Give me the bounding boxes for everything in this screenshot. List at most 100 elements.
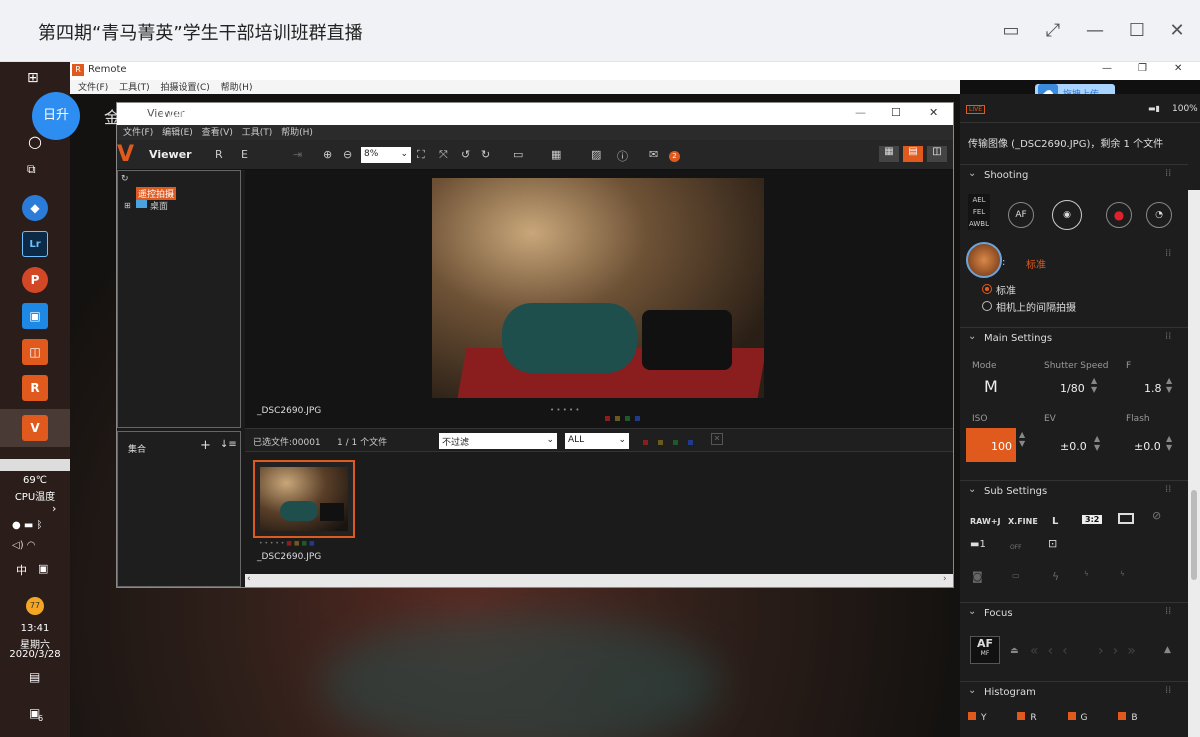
focus-icon[interactable]: ⏏ xyxy=(1010,646,1019,656)
ev-stepper-icon[interactable]: ▲ ▼ xyxy=(1094,434,1100,452)
viewer-maximize-icon[interactable]: ☐ xyxy=(891,106,901,119)
color-label-dots[interactable] xyxy=(605,406,645,425)
fel-button[interactable]: FEL xyxy=(968,206,990,218)
remote-close-icon[interactable]: ✕ xyxy=(1174,63,1182,74)
filmstrip-view-icon[interactable]: ▤ xyxy=(903,146,923,162)
rotate-left-icon[interactable]: ↺ xyxy=(461,148,470,161)
radio-standard[interactable] xyxy=(982,284,992,294)
clear-filter-icon[interactable]: ✕ xyxy=(711,433,723,445)
mail-icon[interactable]: ✉ xyxy=(649,148,658,161)
shutter-stepper-icon[interactable]: ▲ ▼ xyxy=(1091,376,1097,394)
main-settings-header[interactable]: ⌄ Main Settings ⁞⁞ xyxy=(960,327,1188,349)
aspect-ratio[interactable]: 3:2 xyxy=(1082,515,1103,524)
drag-handle-icon[interactable]: ⁞⁞ xyxy=(1165,248,1171,259)
thumb-rating-dots[interactable]: • • • • • ■ ■ ■ ■ xyxy=(259,540,315,547)
iso-value[interactable]: 100 xyxy=(966,428,1016,462)
drive-mode-icon[interactable]: ▬1 xyxy=(970,539,986,550)
shutter-value[interactable]: 1/80 xyxy=(1060,382,1085,395)
viewer-menu-help[interactable]: 帮助(H) xyxy=(281,128,313,138)
wb-off-icon[interactable]: ⊘ xyxy=(1152,509,1161,522)
viewer-menu-view[interactable]: 查看(V) xyxy=(202,128,233,138)
viewer-close-icon[interactable]: ✕ xyxy=(929,106,938,119)
viewer-menu-tools[interactable]: 工具(T) xyxy=(242,128,273,138)
input-icon[interactable]: ▣ xyxy=(38,562,48,575)
remote-maximize-icon[interactable]: ❐ xyxy=(1138,63,1147,74)
image-quality[interactable]: X.FINE xyxy=(1008,517,1038,526)
viewer-menu-edit[interactable]: 编辑(E) xyxy=(162,128,193,138)
app-icon-browser[interactable]: ◆ xyxy=(22,195,48,221)
expand-icon[interactable]: ⤢ xyxy=(1040,18,1066,44)
tree-item-desktop[interactable]: 桌面 xyxy=(150,199,168,212)
task-view-icon[interactable]: ⧉ xyxy=(27,162,36,177)
sub-icon-5[interactable]: ϟ xyxy=(1120,570,1125,578)
clock-time[interactable]: 13:41 xyxy=(0,623,70,634)
af-mf-button[interactable]: AF MF xyxy=(970,636,1000,664)
actual-size-icon[interactable]: ⤧ xyxy=(439,148,448,162)
rating-dots[interactable]: • • • • • xyxy=(550,406,580,414)
lightroom-icon[interactable]: Lr xyxy=(22,231,48,257)
scroll-left-icon[interactable]: ‹ xyxy=(247,574,251,584)
remote-menu-tools[interactable]: 工具(T) xyxy=(119,83,150,93)
presenter-camera-avatar[interactable] xyxy=(966,242,1002,278)
checkbox-r[interactable]: R xyxy=(1017,712,1037,723)
edit-link-icon[interactable]: E xyxy=(241,148,248,161)
preview-image[interactable] xyxy=(432,178,764,398)
powerpoint-icon[interactable]: P xyxy=(22,267,48,293)
viewer-minimize-icon[interactable]: — xyxy=(855,106,866,119)
sub-icon-1[interactable]: ◙ xyxy=(972,570,983,583)
sub-icon-2[interactable]: ▭ xyxy=(1012,571,1020,580)
search-icon[interactable]: ○ xyxy=(28,132,42,151)
style-value[interactable]: 标准 xyxy=(1026,256,1046,271)
minimize-icon[interactable]: — xyxy=(1082,18,1108,44)
record-button[interactable]: ● xyxy=(1106,202,1132,228)
metering-icon[interactable]: ⊡ xyxy=(1048,537,1057,550)
mode-value[interactable]: M xyxy=(984,377,998,396)
zoom-out-icon[interactable]: ⊖ xyxy=(343,148,352,161)
volume-wifi-icon[interactable]: ◁) ◠ xyxy=(12,540,36,551)
thumbnail[interactable] xyxy=(253,460,355,538)
info-icon[interactable]: ⓘ xyxy=(617,148,628,164)
file-format[interactable]: RAW+J xyxy=(970,517,1001,526)
checkbox-b[interactable]: B xyxy=(1118,712,1138,723)
compare-icon[interactable]: ▭ xyxy=(513,148,523,161)
checkbox-y[interactable]: Y xyxy=(968,712,987,723)
f-stepper-icon[interactable]: ▲ ▼ xyxy=(1166,376,1172,394)
drag-handle-icon[interactable]: ⁞⁞ xyxy=(1165,606,1171,617)
filter-select-2[interactable]: ALL ⌄ xyxy=(565,433,629,449)
single-view-icon[interactable]: ◫ xyxy=(927,146,947,162)
drag-handle-icon[interactable]: ⁞⁞ xyxy=(1165,484,1171,495)
notification-badge[interactable]: 77 xyxy=(26,597,44,615)
filter-color-swatches[interactable] xyxy=(643,438,698,448)
grid-options-icon[interactable]: ▦ xyxy=(551,148,561,161)
chevron-right-icon[interactable]: › xyxy=(52,502,56,515)
remote-menu-file[interactable]: 文件(F) xyxy=(78,83,108,93)
windows-start-icon[interactable]: ⊞ xyxy=(27,70,39,86)
sort-icon[interactable]: ↓≡ xyxy=(220,439,237,450)
awbl-button[interactable]: AWBL xyxy=(968,218,990,230)
focus-header[interactable]: ⌄ Focus ⁞⁞ xyxy=(960,602,1188,624)
close-icon[interactable]: ✕ xyxy=(1164,18,1190,44)
horizontal-scrollbar[interactable]: ‹ › xyxy=(245,574,953,587)
flash-stepper-icon[interactable]: ▲ ▼ xyxy=(1166,434,1172,452)
focus-near-icons[interactable]: «‹‹ xyxy=(1030,643,1077,659)
notes-icon[interactable]: ▤ xyxy=(29,670,40,684)
ev-value[interactable]: ±0.0 xyxy=(1060,440,1087,453)
checkbox-g[interactable]: G xyxy=(1067,712,1088,723)
remote-minimize-icon[interactable]: — xyxy=(1102,63,1112,74)
viewer-app-icon[interactable]: V xyxy=(22,415,48,441)
fit-icon[interactable]: ⛶ xyxy=(417,148,425,162)
panel-scrollbar[interactable] xyxy=(1188,190,1200,737)
remote-app-icon[interactable]: R xyxy=(22,375,48,401)
grid-view-icon[interactable]: ▦ xyxy=(879,146,899,162)
ael-button[interactable]: AEL xyxy=(968,194,990,206)
sub-settings-header[interactable]: ⌄ Sub Settings ⁞⁞ xyxy=(960,480,1188,502)
lock-buttons[interactable]: AEL FEL AWBL xyxy=(968,194,990,230)
drag-handle-icon[interactable]: ⁞⁞ xyxy=(1165,331,1171,342)
zoom-select[interactable]: 8% ⌄ xyxy=(361,147,411,163)
histogram-header[interactable]: ⌄ Histogram ⁞⁞ xyxy=(960,681,1188,703)
add-collection-icon[interactable]: + xyxy=(200,438,211,453)
image-icon[interactable]: ▨ xyxy=(591,148,601,161)
taskbar-scrollbar[interactable] xyxy=(0,459,70,471)
remote-link-icon[interactable]: R xyxy=(215,148,223,161)
nr-off-label[interactable]: OFF xyxy=(1010,544,1022,551)
